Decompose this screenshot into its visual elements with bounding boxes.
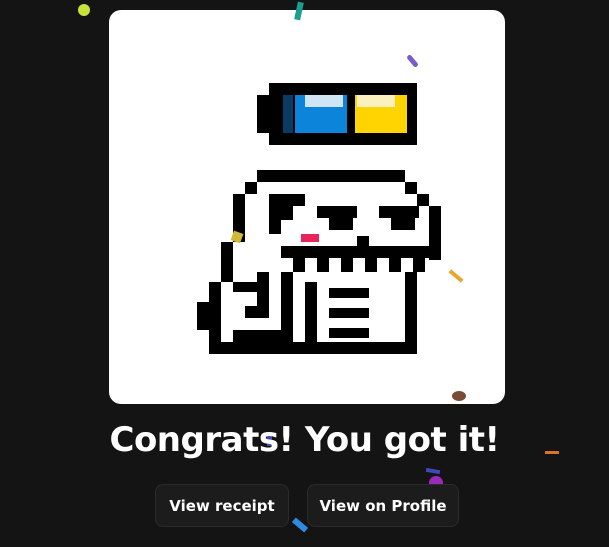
- confetti-piece: [452, 391, 466, 401]
- celebration-screen: Congrats! You got it! View receipt View …: [0, 0, 609, 547]
- confetti-piece: [78, 4, 90, 16]
- view-on-profile-button[interactable]: View on Profile: [307, 484, 459, 527]
- view-receipt-button[interactable]: View receipt: [155, 484, 289, 527]
- battery-hat: [257, 83, 417, 145]
- pixel-skull-illustration: [197, 83, 441, 354]
- congrats-title: Congrats! You got it!: [109, 420, 501, 460]
- nft-image-card: [109, 10, 505, 404]
- skull: [197, 170, 441, 354]
- confetti-piece: [291, 517, 309, 533]
- blush-mark: [301, 234, 319, 242]
- confetti-piece: [425, 467, 441, 475]
